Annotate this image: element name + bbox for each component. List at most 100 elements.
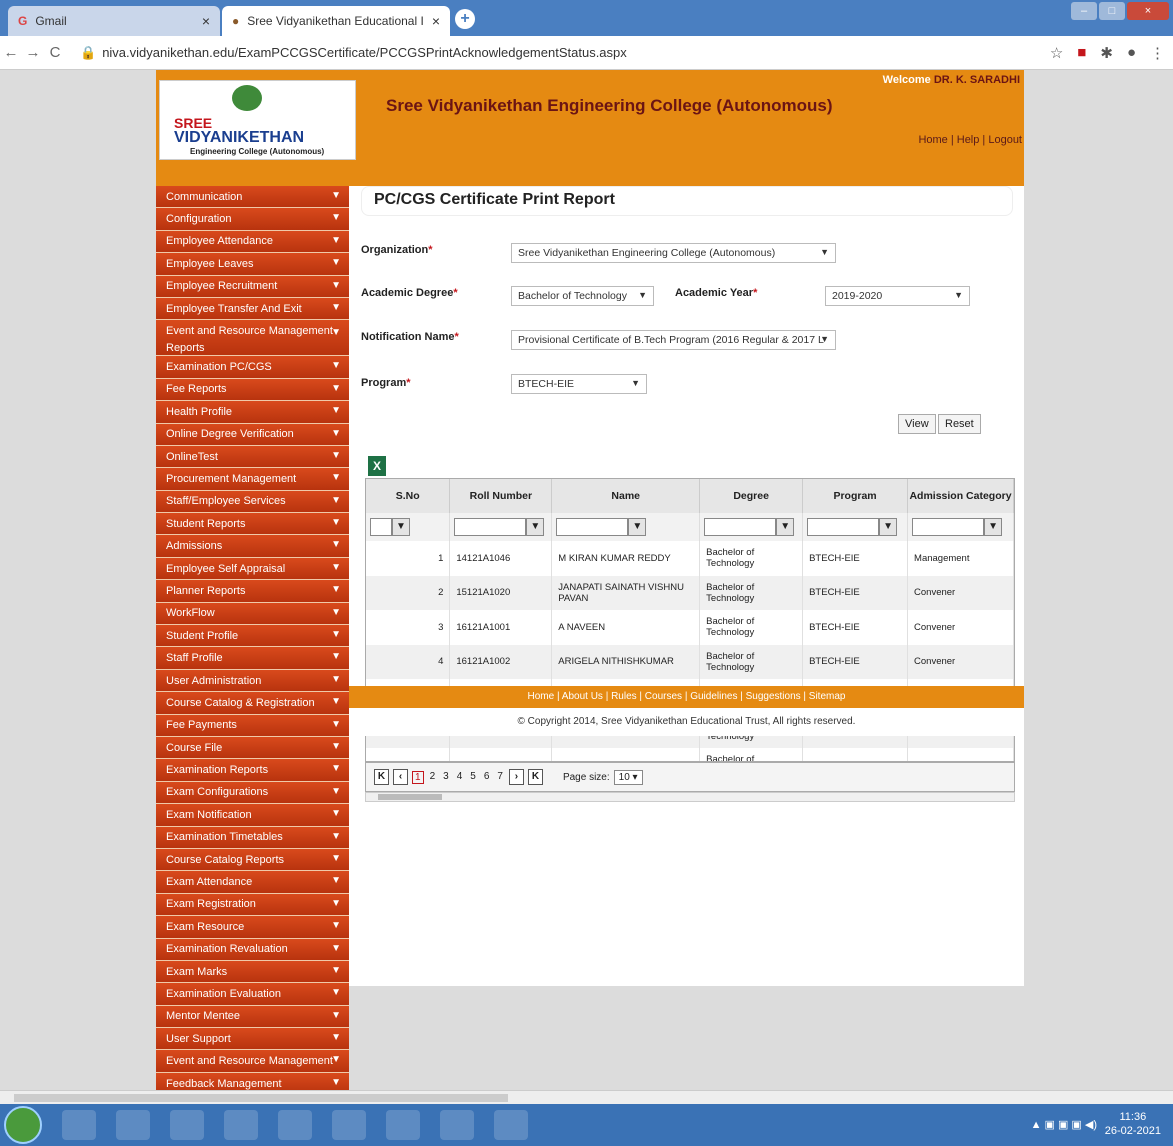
filter-icon[interactable]: ▼ [392, 518, 410, 536]
close-window-button[interactable]: × [1127, 2, 1169, 20]
page-number-link[interactable]: 2 [428, 771, 438, 784]
header-links[interactable]: Home | Help | Logout [918, 134, 1022, 146]
sidebar-item[interactable]: Examination Reports ▼ [156, 759, 349, 782]
sidebar-item[interactable]: Exam Notification ▼ [156, 804, 349, 827]
page-horizontal-scrollbar[interactable] [0, 1090, 1173, 1104]
sidebar-item[interactable]: Employee Recruitment ▼ [156, 275, 349, 298]
organization-select[interactable]: Sree Vidyanikethan Engineering College (… [511, 243, 836, 263]
view-button[interactable]: View [898, 414, 936, 434]
sidebar-item[interactable]: Exam Attendance ▼ [156, 871, 349, 894]
extensions-icon[interactable]: ✱ [1100, 44, 1113, 62]
last-page-button[interactable]: K [527, 769, 543, 785]
sidebar-item[interactable]: Exam Marks ▼ [156, 960, 349, 984]
academic-degree-select[interactable]: Bachelor of Technology ▼ [511, 286, 654, 306]
internet-explorer-icon[interactable] [332, 1110, 366, 1140]
first-page-button[interactable]: K [374, 769, 389, 785]
sidebar-item[interactable]: Exam Resource ▼ [156, 916, 349, 939]
tab-vidyanikethan[interactable]: ● Sree Vidyanikethan Educational I × [222, 6, 450, 36]
sidebar-item[interactable]: User Support ▼ [156, 1028, 349, 1051]
grid-horizontal-scrollbar[interactable] [365, 792, 1015, 802]
sidebar-item[interactable]: OnlineTest ▼ [156, 445, 349, 469]
media-player-icon[interactable] [278, 1110, 312, 1140]
reload-icon[interactable]: C [44, 44, 66, 61]
sidebar-item[interactable]: Employee Attendance ▼ [156, 230, 349, 254]
reset-button[interactable]: Reset [938, 414, 981, 434]
sidebar-item[interactable]: Online Degree Verification ▼ [156, 423, 349, 446]
sidebar-item[interactable]: User Administration ▼ [156, 669, 349, 693]
pdf-extension-icon[interactable]: ■ [1077, 44, 1086, 62]
sidebar-item[interactable]: Employee Transfer And Exit ▼ [156, 297, 349, 321]
sidebar-item[interactable]: Procurement Management ▼ [156, 468, 349, 491]
outlook-icon[interactable] [62, 1110, 96, 1140]
filter-input[interactable] [704, 518, 777, 536]
column-header[interactable]: Degree [699, 479, 804, 513]
page-number-link[interactable]: 1 [412, 770, 424, 784]
prev-page-button[interactable]: ‹ [393, 769, 408, 785]
file-explorer-icon[interactable] [224, 1110, 258, 1140]
filter-icon[interactable]: ▼ [776, 518, 795, 536]
sidebar-item[interactable]: Event and Resource Management Reports ▼ [156, 320, 349, 357]
filter-input[interactable] [807, 518, 880, 536]
filter-icon[interactable]: ▼ [984, 518, 1003, 536]
filter-input[interactable] [912, 518, 985, 536]
sidebar-item[interactable]: Examination Evaluation ▼ [156, 983, 349, 1006]
tab-gmail[interactable]: G Gmail × [8, 6, 220, 36]
sidebar-item[interactable]: Planner Reports ▼ [156, 580, 349, 603]
url-field[interactable]: 🔒 niva.vidyanikethan.edu/ExamPCCGSCertifi… [80, 45, 627, 61]
sidebar-item[interactable]: Student Reports ▼ [156, 513, 349, 536]
new-tab-button[interactable]: + [455, 9, 475, 29]
paint-icon[interactable] [440, 1110, 474, 1140]
sidebar-item[interactable]: Admissions ▼ [156, 535, 349, 558]
sidebar-item[interactable]: Configuration ▼ [156, 208, 349, 231]
filter-icon[interactable]: ▼ [526, 518, 545, 536]
menu-icon[interactable]: ⋮ [1150, 44, 1165, 62]
chrome-icon[interactable] [116, 1110, 150, 1140]
filter-icon[interactable]: ▼ [628, 518, 647, 536]
sidebar-item[interactable]: Examination Timetables ▼ [156, 826, 349, 849]
table-row[interactable]: 2 15121A1020 JANAPATI SAINATH VISHNU PAVAN… [366, 575, 1014, 610]
sidebar-item[interactable]: Staff/Employee Services ▼ [156, 490, 349, 514]
sidebar-item[interactable]: Employee Self Appraisal ▼ [156, 557, 349, 581]
notification-name-select[interactable]: Provisional Certificate of B.Tech Progra… [511, 330, 836, 350]
forward-icon[interactable]: → [22, 44, 44, 61]
clock[interactable]: 11:36 26-02-2021 [1105, 1110, 1161, 1138]
filter-input[interactable] [556, 518, 629, 536]
close-tab-icon[interactable]: × [432, 13, 440, 29]
column-header[interactable]: Program [802, 479, 909, 513]
table-row[interactable]: 716121A1006BEERAM ANUSHABachelor of Tech… [366, 748, 1014, 761]
magnifier-icon[interactable] [386, 1110, 420, 1140]
page-number-link[interactable]: 6 [482, 771, 492, 784]
page-number-link[interactable]: 4 [455, 771, 465, 784]
sidebar-item[interactable]: Examination PC/CGS ▼ [156, 356, 349, 379]
filter-input[interactable] [370, 518, 392, 536]
bookmark-star-icon[interactable]: ☆ [1050, 44, 1063, 62]
sidebar-item[interactable]: Event and Resource Management ▼ [156, 1050, 349, 1073]
scrollbar-thumb[interactable] [378, 794, 442, 800]
scrollbar-thumb[interactable] [14, 1094, 508, 1102]
sidebar-item[interactable]: Health Profile ▼ [156, 401, 349, 424]
sidebar-item[interactable]: Mentor Mentee ▼ [156, 1005, 349, 1029]
column-header[interactable]: Roll Number [449, 479, 553, 513]
sidebar-item[interactable]: Fee Reports ▼ [156, 378, 349, 402]
start-button[interactable] [4, 1106, 42, 1144]
sidebar-item[interactable]: Exam Configurations ▼ [156, 781, 349, 805]
page-size-select[interactable]: 10 ▾ [613, 769, 643, 785]
footer-links[interactable]: Home | About Us | Rules | Courses | Guid… [349, 686, 1024, 708]
column-header[interactable]: Name [551, 479, 701, 513]
sidebar-item[interactable]: Exam Registration ▼ [156, 893, 349, 917]
profile-icon[interactable]: ● [1127, 44, 1136, 62]
page-number-link[interactable]: 7 [495, 771, 505, 784]
excel-export-icon[interactable]: X [368, 456, 386, 476]
excel-icon[interactable] [170, 1110, 204, 1140]
sidebar-item[interactable]: Course Catalog Reports ▼ [156, 848, 349, 872]
college-logo[interactable]: SREE VIDYANIKETHAN Engineering College (… [159, 80, 356, 160]
close-tab-icon[interactable]: × [202, 13, 210, 29]
next-page-button[interactable]: › [508, 769, 524, 785]
sidebar-item[interactable]: Examination Revaluation ▼ [156, 938, 349, 961]
word-icon[interactable] [494, 1110, 528, 1140]
sidebar-item[interactable]: Student Profile ▼ [156, 625, 349, 648]
back-icon[interactable]: ← [0, 44, 22, 61]
sidebar-item[interactable]: Employee Leaves ▼ [156, 253, 349, 276]
program-select[interactable]: BTECH-EIE ▼ [511, 374, 647, 394]
sidebar-item[interactable]: WorkFlow ▼ [156, 602, 349, 626]
